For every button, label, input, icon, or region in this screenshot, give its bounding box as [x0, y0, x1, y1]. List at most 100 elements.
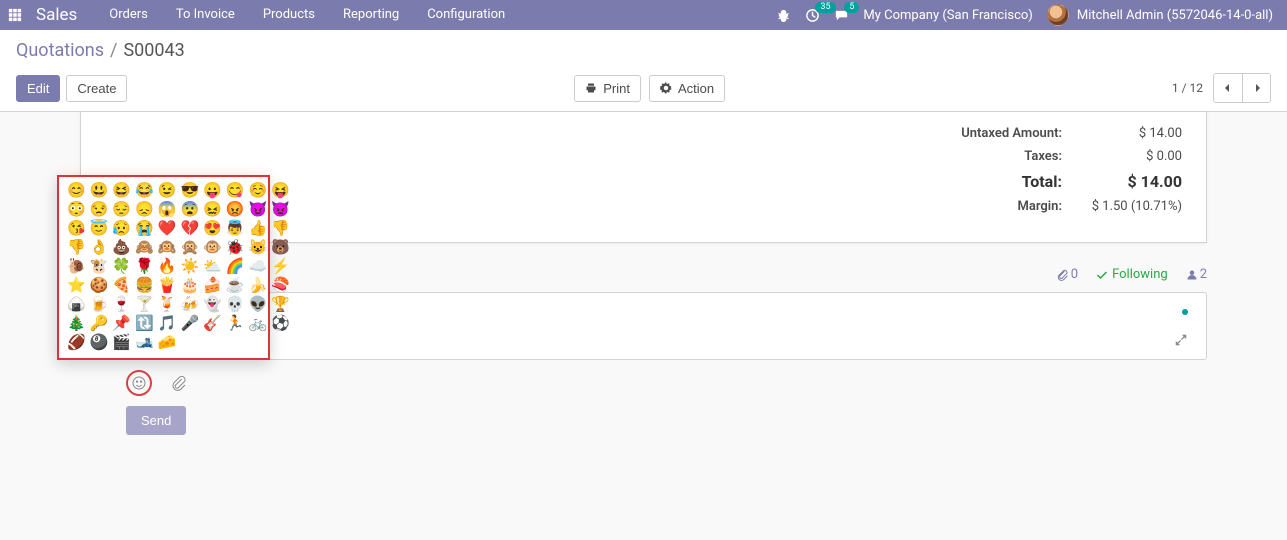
send-button[interactable]: Send — [126, 406, 186, 435]
emoji-option[interactable]: 🍔 — [135, 278, 154, 293]
emoji-option[interactable]: 🍟 — [158, 278, 177, 293]
emoji-option[interactable]: ⛅ — [203, 259, 222, 274]
menu-to-invoice[interactable]: To Invoice — [162, 0, 249, 30]
emoji-option[interactable]: 😛 — [203, 183, 222, 198]
emoji-option[interactable]: 👽 — [249, 297, 268, 312]
emoji-option[interactable]: 🔥 — [158, 259, 177, 274]
emoji-option[interactable]: 👻 — [203, 297, 222, 312]
emoji-option[interactable]: 🙊 — [180, 240, 199, 255]
emoji-option[interactable]: 😇 — [90, 221, 109, 236]
emoji-option[interactable]: 🎱 — [90, 335, 109, 350]
pager[interactable]: 1 / 12 — [1172, 81, 1203, 95]
company-switcher[interactable]: My Company (San Francisco) — [863, 8, 1032, 23]
emoji-option[interactable]: ❤️ — [158, 221, 177, 236]
emoji-option[interactable]: 🍙 — [67, 297, 86, 312]
emoji-option[interactable]: 😡 — [226, 202, 245, 217]
emoji-option[interactable]: 🍕 — [112, 278, 131, 293]
emoji-option[interactable]: 😉 — [158, 183, 177, 198]
emoji-option[interactable]: 🏃 — [226, 316, 245, 331]
attachments-count[interactable]: 0 — [1057, 267, 1078, 282]
emoji-option[interactable]: 🍣 — [271, 278, 290, 293]
emoji-option[interactable]: 🎤 — [180, 316, 199, 331]
emoji-option[interactable]: 🐻 — [271, 240, 290, 255]
emoji-option[interactable]: ⚡ — [271, 259, 290, 274]
emoji-option[interactable]: 💩 — [112, 240, 131, 255]
emoji-option[interactable]: ☁️ — [249, 259, 268, 274]
pager-next[interactable] — [1242, 74, 1270, 102]
emoji-option[interactable]: 👎 — [271, 221, 290, 236]
emoji-option[interactable]: 🍰 — [203, 278, 222, 293]
emoji-option[interactable]: 😒 — [90, 202, 109, 217]
messages-button[interactable]: 5 — [834, 8, 849, 23]
emoji-option[interactable]: 🙉 — [158, 240, 177, 255]
emoji-option[interactable]: 😘 — [67, 221, 86, 236]
emoji-option[interactable]: 😥 — [112, 221, 131, 236]
emoji-option[interactable]: 💀 — [226, 297, 245, 312]
emoji-option[interactable]: 🍪 — [90, 278, 109, 293]
emoji-option[interactable]: 🎂 — [180, 278, 199, 293]
breadcrumb-root[interactable]: Quotations — [16, 40, 104, 61]
emoji-option[interactable]: 🌈 — [226, 259, 245, 274]
create-button[interactable]: Create — [66, 75, 127, 102]
attach-button[interactable] — [166, 370, 192, 396]
emoji-option[interactable]: 😨 — [180, 202, 199, 217]
emoji-option[interactable]: 😖 — [203, 202, 222, 217]
menu-reporting[interactable]: Reporting — [329, 0, 413, 30]
menu-orders[interactable]: Orders — [95, 0, 162, 30]
emoji-option[interactable]: 👍 — [249, 221, 268, 236]
emoji-option[interactable]: 🏈 — [67, 335, 86, 350]
emoji-option[interactable]: 🍷 — [112, 297, 131, 312]
emoji-option[interactable]: 😭 — [135, 221, 154, 236]
emoji-option[interactable]: 😳 — [67, 202, 86, 217]
user-menu[interactable]: Mitchell Admin (5572046-14-0-all) — [1047, 4, 1273, 26]
pager-prev[interactable] — [1214, 74, 1242, 102]
emoji-option[interactable]: 🍸 — [135, 297, 154, 312]
debug-menu[interactable] — [776, 8, 791, 23]
emoji-option[interactable]: 😋 — [226, 183, 245, 198]
emoji-option[interactable]: 😆 — [112, 183, 131, 198]
emoji-option[interactable]: 🐌 — [67, 259, 86, 274]
emoji-option[interactable]: 🐮 — [90, 259, 109, 274]
emoji-option[interactable]: 🎵 — [158, 316, 177, 331]
emoji-option[interactable]: 📌 — [112, 316, 131, 331]
emoji-option[interactable]: 👎 — [67, 240, 86, 255]
emoji-option[interactable]: 🔑 — [90, 316, 109, 331]
emoji-option[interactable]: 😞 — [135, 202, 154, 217]
print-button[interactable]: Print — [574, 75, 641, 102]
emoji-option[interactable]: 🎸 — [203, 316, 222, 331]
emoji-option[interactable]: 🍌 — [249, 278, 268, 293]
app-name[interactable]: Sales — [30, 5, 95, 25]
followers-button[interactable]: 2 — [1186, 267, 1207, 282]
emoji-option[interactable]: 🌹 — [135, 259, 154, 274]
emoji-option[interactable]: 🍀 — [112, 259, 131, 274]
emoji-option[interactable]: 😝 — [271, 183, 290, 198]
action-button[interactable]: Action — [649, 75, 725, 102]
emoji-option[interactable]: 🏆 — [271, 297, 290, 312]
emoji-option[interactable]: 🧀 — [158, 335, 177, 350]
emoji-option[interactable]: 😍 — [203, 221, 222, 236]
composer-textarea[interactable] — [139, 303, 1194, 333]
emoji-option[interactable]: 🙈 — [135, 240, 154, 255]
emoji-option[interactable]: 🍺 — [90, 297, 109, 312]
emoji-option[interactable]: 🐵 — [203, 240, 222, 255]
emoji-option[interactable]: 😎 — [180, 183, 199, 198]
emoji-option[interactable]: 🎬 — [112, 335, 131, 350]
emoji-button[interactable] — [126, 370, 152, 396]
emoji-picker[interactable]: 😊😃😆😂😉😎😛😋☺️😝😳😒😔😞😱😨😖😡😈👿😘😇😥😭❤️💔😍👼👍👎👎👌💩🙈🙉🙊🐵🐞… — [57, 175, 270, 360]
emoji-option[interactable]: 👼 — [226, 221, 245, 236]
apps-menu[interactable] — [0, 0, 30, 30]
emoji-option[interactable]: 😃 — [90, 183, 109, 198]
emoji-option[interactable]: 😂 — [135, 183, 154, 198]
edit-button[interactable]: Edit — [16, 75, 60, 102]
emoji-option[interactable]: 🐞 — [226, 240, 245, 255]
emoji-option[interactable]: ☺️ — [249, 183, 268, 198]
emoji-option[interactable]: 😺 — [249, 240, 268, 255]
emoji-option[interactable]: 🎄 — [67, 316, 86, 331]
emoji-option[interactable]: 😔 — [112, 202, 131, 217]
emoji-option[interactable]: 👿 — [271, 202, 290, 217]
emoji-option[interactable]: ☀️ — [180, 259, 199, 274]
fullscreen-button[interactable] — [1174, 333, 1188, 351]
emoji-option[interactable]: 😈 — [249, 202, 268, 217]
emoji-option[interactable]: 😱 — [158, 202, 177, 217]
menu-products[interactable]: Products — [249, 0, 329, 30]
